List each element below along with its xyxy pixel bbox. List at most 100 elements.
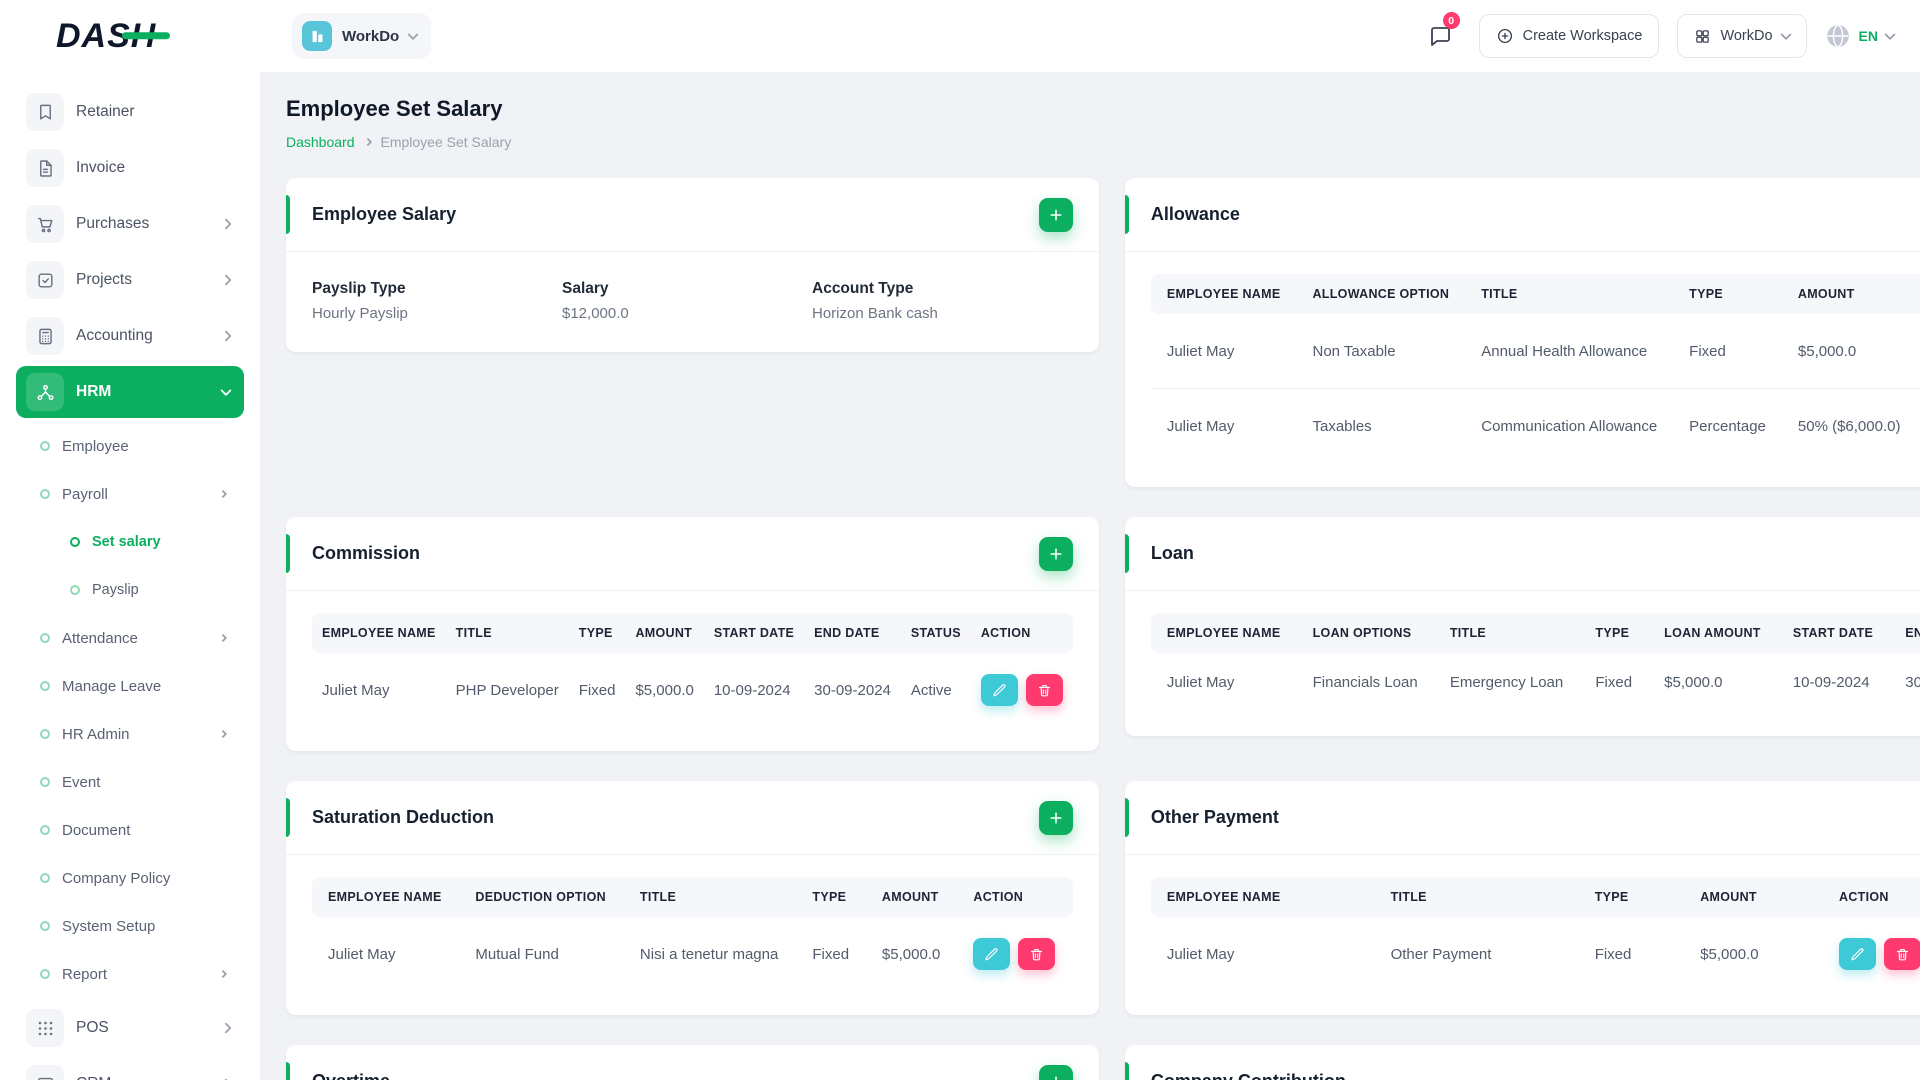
workdo-menu-button[interactable]: WorkDo — [1677, 14, 1807, 58]
circle-icon — [70, 585, 80, 595]
hrm-submenu: Employee Payroll Set salary Payslip Atte… — [16, 422, 244, 1002]
sidebar-subitem-hr-admin[interactable]: HR Admin — [30, 712, 244, 756]
workspace-avatar-icon — [302, 21, 332, 51]
employee-salary-add-button[interactable] — [1038, 197, 1073, 232]
chevron-right-icon — [220, 218, 232, 230]
plus-icon — [1050, 548, 1062, 559]
card-title: Company Contribution — [1151, 1071, 1346, 1080]
commission-add-button[interactable] — [1038, 536, 1073, 571]
sidebar-item-retainer[interactable]: Retainer — [16, 86, 244, 138]
pencil-icon — [993, 683, 1006, 696]
chevron-right-icon — [218, 633, 228, 643]
overtime-add-button[interactable] — [1038, 1064, 1073, 1080]
messages-button[interactable]: 0 — [1419, 12, 1461, 57]
card-title: Saturation Deduction — [312, 807, 495, 827]
overtime-card: Overtime — [286, 1045, 1099, 1080]
loan-card: Loan EMPLOYEE NAME LOAN OPTIONS TITLE TY… — [1124, 517, 1920, 736]
circle-icon — [40, 681, 50, 691]
table-row: Juliet May Mutual Fund Nisi a tenetur ma… — [312, 917, 1073, 991]
saturation-deduction-card: Saturation Deduction EMPLOYEE NAME DEDUC… — [286, 781, 1099, 1015]
table-row: Juliet May Financials Loan Emergency Loa… — [1166, 674, 1920, 691]
sidebar-subitem-employee[interactable]: Employee — [30, 424, 244, 468]
table-header-row: EMPLOYEE NAME LOAN OPTIONS TITLE TYPE LO… — [1150, 613, 1920, 653]
commission-table-wrap: EMPLOYEE NAME TITLE TYPE AMOUNT START DA… — [312, 613, 1073, 727]
topbar-actions: 0 Create Workspace WorkDo EN — [1419, 12, 1920, 58]
card-title: Loan — [1150, 543, 1194, 563]
sidebar-subitem-set-salary[interactable]: Set salary — [30, 520, 244, 564]
card-header: Allowance — [1124, 178, 1920, 252]
action-buttons — [980, 674, 1063, 706]
sidebar-item-label: Accounting — [76, 327, 153, 344]
create-workspace-button[interactable]: Create Workspace — [1478, 14, 1660, 58]
edit-button[interactable] — [1839, 938, 1877, 970]
employee-salary-fields: Payslip Type Hourly Payslip Salary $12,0… — [286, 252, 1099, 352]
card-header: Overtime — [286, 1045, 1099, 1080]
action-buttons — [973, 938, 1056, 970]
action-buttons — [1839, 938, 1920, 970]
sidebar-item-projects[interactable]: Projects — [16, 254, 244, 306]
circle-icon — [40, 633, 50, 643]
status-text: Active — [910, 681, 952, 699]
card-header: Loan — [1124, 517, 1920, 591]
commission-card: Commission EMPLOYEE NAME TITLE TYPE AMOU… — [286, 517, 1099, 751]
chevron-down-icon — [220, 384, 232, 397]
edit-button[interactable] — [973, 938, 1011, 970]
sidebar-subitem-payroll[interactable]: Payroll — [30, 472, 244, 516]
sidebar-subitem-system-setup[interactable]: System Setup — [30, 904, 244, 948]
circle-icon — [40, 777, 50, 787]
notification-badge: 0 — [1442, 12, 1460, 29]
sidebar-subitem-event[interactable]: Event — [30, 760, 244, 804]
card-title: Employee Salary — [312, 204, 457, 224]
sidebar-subitem-document[interactable]: Document — [30, 808, 244, 852]
card-header: Employee Salary — [286, 178, 1099, 252]
field-account-type: Account Type Horizon Bank cash — [812, 280, 938, 322]
loan-table: EMPLOYEE NAME LOAN OPTIONS TITLE TYPE LO… — [1150, 613, 1920, 712]
chevron-right-icon — [220, 274, 232, 286]
delete-button[interactable] — [1025, 674, 1063, 706]
workspace-selector[interactable]: WorkDo — [292, 13, 432, 59]
grid-icon — [1696, 29, 1710, 43]
chevron-right-icon — [218, 489, 228, 499]
field-salary: Salary $12,000.0 — [562, 280, 629, 322]
sidebar-subitem-company-policy[interactable]: Company Policy — [30, 856, 244, 900]
language-selector[interactable]: EN — [1825, 23, 1896, 49]
table-row: Juliet May PHP Developer Fixed $5,000.0 … — [312, 653, 1073, 727]
allowance-table: EMPLOYEE NAME ALLOWANCE OPTION TITLE TYP… — [1150, 274, 1920, 463]
breadcrumb-current: Employee Set Salary — [380, 134, 512, 150]
breadcrumb-link-dashboard[interactable]: Dashboard — [286, 134, 355, 150]
field-payslip-type: Payslip Type Hourly Payslip — [312, 280, 408, 322]
saturation-deduction-add-button[interactable] — [1038, 800, 1073, 835]
workspace-name: WorkDo — [342, 27, 400, 45]
calculator-icon — [26, 317, 64, 355]
table-row: Juliet May Non Taxable Annual Health All… — [1166, 342, 1857, 360]
sidebar-item-pos[interactable]: POS — [16, 1002, 244, 1054]
table-row: Juliet May Other Payment Fixed $5,000.0 — [1151, 917, 1920, 991]
sidebar-item-hrm[interactable]: HRM — [16, 366, 244, 418]
circle-icon — [40, 489, 50, 499]
logo-dash-accent — [122, 32, 171, 40]
trash-icon — [1896, 948, 1909, 960]
sidebar-item-invoice[interactable]: Invoice — [16, 142, 244, 194]
sidebar-subitem-manage-leave[interactable]: Manage Leave — [30, 664, 244, 708]
loan-table-wrap: EMPLOYEE NAME LOAN OPTIONS TITLE TYPE LO… — [1150, 613, 1920, 712]
table-header-row: EMPLOYEE NAME DEDUCTION OPTION TITLE TYP… — [312, 877, 1073, 917]
sidebar-item-crm[interactable]: CRM — [16, 1058, 244, 1080]
sidebar-item-accounting[interactable]: Accounting — [16, 310, 244, 362]
sidebar: Retainer Invoice Purchases Projects Acco… — [0, 72, 260, 1080]
allowance-table-wrap: EMPLOYEE NAME ALLOWANCE OPTION TITLE TYP… — [1150, 274, 1920, 463]
delete-button[interactable] — [1884, 938, 1920, 970]
sidebar-subitem-report[interactable]: Report — [30, 952, 244, 996]
card-header: Company Contribution — [1124, 1045, 1920, 1080]
sidebar-item-purchases[interactable]: Purchases — [16, 198, 244, 250]
chevron-right-icon — [218, 729, 228, 739]
saturation-deduction-table: EMPLOYEE NAME DEDUCTION OPTION TITLE TYP… — [312, 877, 1073, 991]
circle-icon — [40, 873, 50, 883]
edit-button[interactable] — [980, 674, 1018, 706]
sidebar-item-label: Invoice — [76, 159, 126, 176]
delete-button[interactable] — [1018, 938, 1056, 970]
card-header: Other Payment — [1124, 781, 1920, 855]
sidebar-subitem-attendance[interactable]: Attendance — [30, 616, 244, 660]
circle-icon — [40, 921, 50, 931]
sidebar-subitem-payslip[interactable]: Payslip — [30, 568, 244, 612]
plus-circle-icon — [1497, 28, 1512, 44]
